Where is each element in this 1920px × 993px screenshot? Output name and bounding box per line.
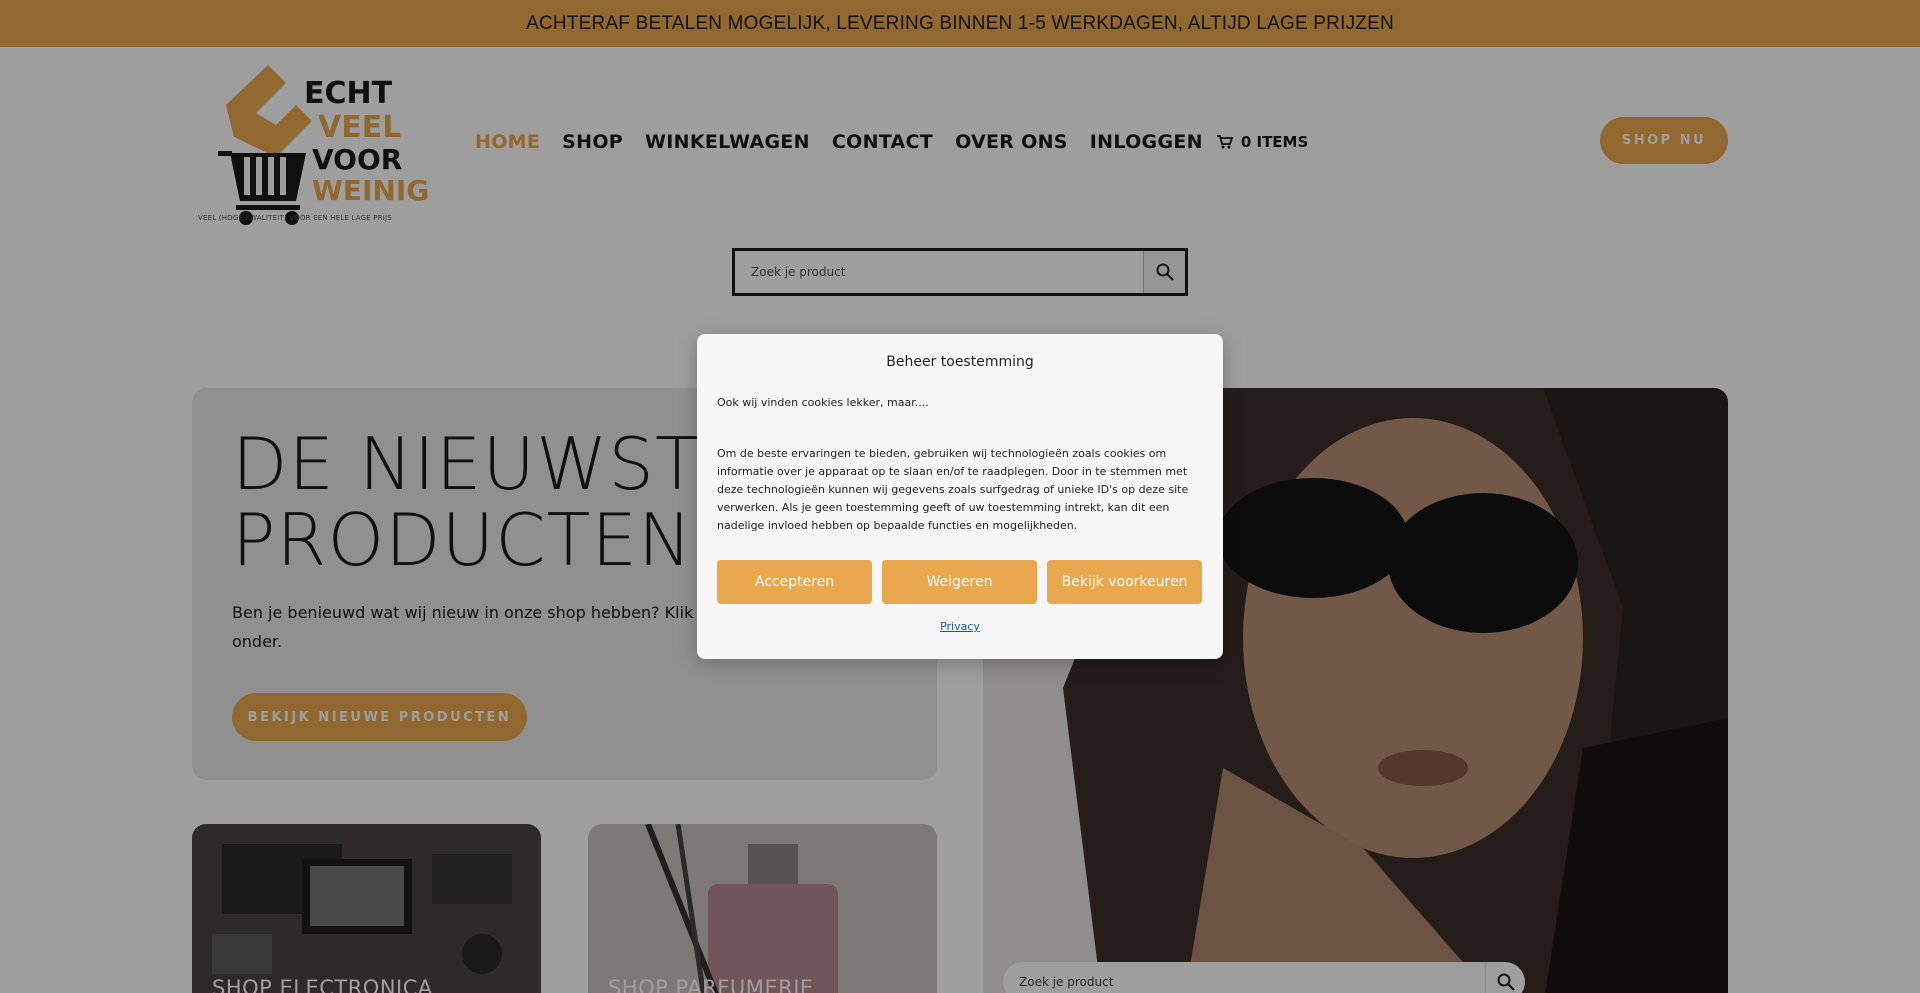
dialog-buttons: Accepteren Weigeren Bekijk voorkeuren bbox=[717, 560, 1202, 604]
dialog-title: Beheer toestemming bbox=[886, 354, 1034, 370]
cookie-consent-dialog: Beheer toestemming Ook wij vinden cookie… bbox=[697, 334, 1223, 659]
privacy-link[interactable]: Privacy bbox=[697, 620, 1223, 633]
dialog-subtitle: Ook wij vinden cookies lekker, maar.... bbox=[717, 396, 929, 409]
accept-button[interactable]: Accepteren bbox=[717, 560, 872, 604]
dialog-body: Om de beste ervaringen te bieden, gebrui… bbox=[717, 447, 1189, 532]
deny-label: Weigeren bbox=[926, 574, 993, 590]
deny-button[interactable]: Weigeren bbox=[882, 560, 1037, 604]
preferences-label: Bekijk voorkeuren bbox=[1061, 574, 1188, 590]
preferences-button[interactable]: Bekijk voorkeuren bbox=[1047, 560, 1202, 604]
accept-label: Accepteren bbox=[754, 574, 835, 590]
